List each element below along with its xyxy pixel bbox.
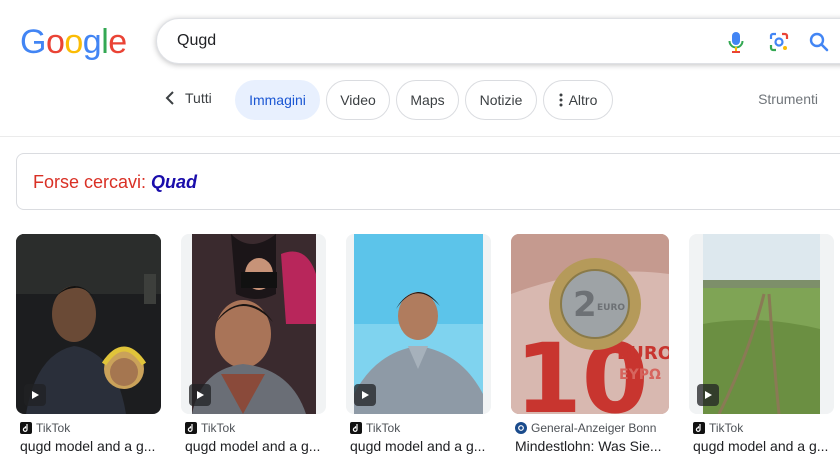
result-title[interactable]: Mindestlohn: Was Sie... (515, 438, 665, 454)
video-play-icon (697, 384, 719, 406)
logo-letter: e (108, 23, 127, 61)
logo-letter: o (64, 23, 83, 61)
tab-more[interactable]: Altro (543, 80, 613, 120)
tab-all[interactable]: Tutti (165, 90, 212, 106)
search-input[interactable]: Qugd (177, 32, 216, 50)
search-icon[interactable] (807, 30, 831, 54)
result-source-name: TikTok (709, 421, 744, 435)
result-source-name: TikTok (36, 421, 71, 435)
tiktok-icon (350, 422, 362, 434)
search-tabs: Tutti Immagini Video Maps Notizie Altro … (0, 80, 840, 120)
search-bar: Qugd (156, 18, 840, 64)
tab-maps[interactable]: Maps (396, 80, 459, 120)
lens-camera-icon[interactable] (767, 30, 791, 54)
result-source: General-Anzeiger Bonn (515, 421, 656, 435)
result-source: TikTok (350, 421, 400, 435)
logo-letter: l (101, 23, 109, 61)
suggested-term-link[interactable]: Quad (151, 172, 197, 192)
result-source-name: TikTok (201, 421, 236, 435)
chevron-left-icon (165, 91, 174, 105)
tiktok-icon (693, 422, 705, 434)
tab-news[interactable]: Notizie (465, 80, 537, 120)
result-source: TikTok (20, 421, 70, 435)
result-thumbnail[interactable] (181, 234, 326, 414)
did-you-mean-prefix: Forse cercavi: (33, 172, 147, 192)
result-source-name: General-Anzeiger Bonn (531, 421, 657, 435)
tab-label: Maps (410, 92, 445, 108)
result-thumbnail[interactable]: 10 EURO EYPΩ 2 EURO (511, 234, 669, 414)
result-title[interactable]: qugd model and a g... (20, 438, 164, 454)
result-title[interactable]: qugd model and a g... (350, 438, 494, 454)
video-play-icon (189, 384, 211, 406)
google-logo[interactable]: Google (20, 24, 127, 60)
microphone-icon[interactable] (724, 30, 748, 54)
did-you-mean-text: Forse cercavi: Quad (33, 172, 197, 193)
result-title[interactable]: qugd model and a g... (693, 438, 837, 454)
result-thumbnail[interactable] (689, 234, 834, 414)
tab-label: Video (340, 92, 376, 108)
tools-button[interactable]: Strumenti (758, 91, 818, 107)
svg-text:EURO: EURO (597, 303, 625, 313)
result-thumbnail[interactable] (16, 234, 161, 414)
result-source: TikTok (185, 421, 235, 435)
result-thumbnail[interactable] (346, 234, 491, 414)
video-play-icon (354, 384, 376, 406)
result-source-name: TikTok (366, 421, 401, 435)
svg-text:EYPΩ: EYPΩ (619, 367, 661, 383)
tab-label: Altro (568, 92, 598, 108)
tab-images[interactable]: Immagini (235, 80, 320, 120)
svg-text:EURO: EURO (617, 343, 669, 364)
result-title[interactable]: qugd model and a g... (185, 438, 329, 454)
tab-label: Notizie (479, 92, 523, 108)
ga-icon (515, 422, 527, 434)
svg-text:2: 2 (573, 285, 597, 325)
tab-video[interactable]: Video (326, 80, 390, 120)
video-play-icon (24, 384, 46, 406)
did-you-mean-box: Forse cercavi: Quad (16, 153, 840, 210)
header-divider (0, 136, 840, 137)
tab-label: Immagini (249, 92, 306, 108)
logo-letter: g (82, 23, 102, 61)
tab-all-label: Tutti (185, 90, 212, 106)
logo-letter: o (45, 23, 65, 61)
result-source: TikTok (693, 421, 743, 435)
tiktok-icon (185, 422, 197, 434)
more-vertical-icon (559, 93, 563, 107)
logo-letter: G (20, 23, 46, 61)
tiktok-icon (20, 422, 32, 434)
